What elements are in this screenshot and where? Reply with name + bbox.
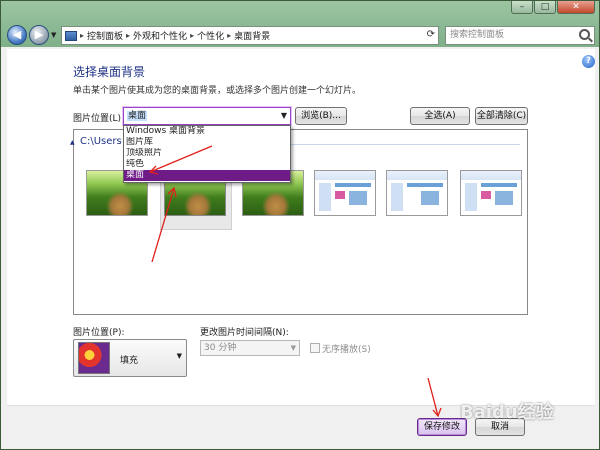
search-icon[interactable] [579,29,590,40]
page-title: 选择桌面背景 [73,65,146,79]
content-panel: ? 选择桌面背景 单击某个图片使其成为您的桌面背景，或选择多个图片创建一个幻灯片… [7,49,595,447]
dropdown-option-solid-colors[interactable]: 纯色 [124,159,290,170]
picture-position-select[interactable]: 填充 ▼ [73,339,187,377]
interval-select[interactable]: 30 分钟 ▼ [200,340,300,356]
breadcrumb-separator-icon[interactable]: ▸ [190,31,194,40]
picture-position-value: 填充 [120,356,139,366]
interval-value: 30 分钟 [204,343,237,353]
address-bar[interactable]: ▸ 控制面板 ▸ 外观和个性化 ▸ 个性化 ▸ 桌面背景 ⟳ [61,26,439,45]
dropdown-option-desktop[interactable]: 桌面 [124,170,290,181]
title-bar: – □ ✕ [1,1,599,15]
select-all-button[interactable]: 全选(A) [410,107,470,125]
breadcrumb-control-panel[interactable]: 控制面板 [87,29,123,42]
dropdown-option-picture-library[interactable]: 图片库 [124,137,290,148]
control-panel-icon [65,30,77,41]
folder-group-header[interactable]: C:\Users [80,136,122,147]
wallpaper-thumbnail[interactable] [314,170,376,216]
fill-preview-icon [78,342,110,374]
wallpaper-thumbnail[interactable] [386,170,448,216]
search-input[interactable]: 搜索控制面板 [445,26,595,45]
chevron-down-icon[interactable]: ▼ [177,352,182,360]
breadcrumb-appearance[interactable]: 外观和个性化 [133,29,187,42]
control-panel-window: – □ ✕ ◀ ▶ ▼ ▸ 控制面板 ▸ 外观和个性化 ▸ 个性化 ▸ 桌面背景… [0,0,600,450]
chevron-down-icon[interactable]: ▼ [291,341,296,355]
close-button[interactable]: ✕ [557,1,595,14]
dropdown-option-top-rated[interactable]: 顶级照片 [124,148,290,159]
clear-all-button[interactable]: 全部清除(C) [475,107,528,125]
minimize-button[interactable]: – [511,1,533,14]
picture-location-select[interactable]: 桌面 ▼ [123,107,291,125]
picture-position-label: 图片位置(P): [73,328,125,338]
picture-location-dropdown: Windows 桌面背景 图片库 顶级照片 纯色 桌面 [123,125,291,183]
breadcrumb-personalization[interactable]: 个性化 [197,29,224,42]
chevron-down-icon[interactable]: ▼ [281,108,287,124]
window-controls: – □ ✕ [511,1,595,14]
breadcrumb-separator-icon[interactable]: ▸ [126,31,130,40]
browse-button[interactable]: 浏览(B)... [295,107,347,125]
shuffle-checkbox[interactable]: 无序播放(S) [310,342,371,355]
maximize-button[interactable]: □ [534,1,556,14]
checkbox-box[interactable] [310,343,320,353]
shuffle-label: 无序播放(S) [322,345,371,355]
collapse-arrow-icon[interactable]: ▲ [70,139,75,146]
breadcrumb-separator-icon[interactable]: ▸ [80,31,84,40]
back-arrow-icon[interactable]: ◀ [7,25,27,45]
dropdown-option-windows-backgrounds[interactable]: Windows 桌面背景 [124,126,290,137]
breadcrumb-desktop-background[interactable]: 桌面背景 [234,29,270,42]
picture-location-label: 图片位置(L): [73,114,125,124]
recent-pages-chevron-icon[interactable]: ▼ [51,31,56,39]
breadcrumb-separator-icon[interactable]: ▸ [227,31,231,40]
page-description: 单击某个图片使其成为您的桌面背景，或选择多个图片创建一个幻灯片。 [73,86,362,96]
interval-label: 更改图片时间间隔(N): [200,328,289,338]
wallpaper-thumbnail[interactable] [460,170,522,216]
refresh-icon[interactable]: ⟳ [427,29,435,40]
help-icon[interactable]: ? [582,55,595,68]
navigation-bar: ◀ ▶ ▼ ▸ 控制面板 ▸ 外观和个性化 ▸ 个性化 ▸ 桌面背景 ⟳ 搜索控… [5,23,597,47]
picture-location-value: 桌面 [127,111,148,121]
watermark-logo: Baidu经验 [460,402,554,423]
forward-arrow-icon[interactable]: ▶ [29,25,49,45]
